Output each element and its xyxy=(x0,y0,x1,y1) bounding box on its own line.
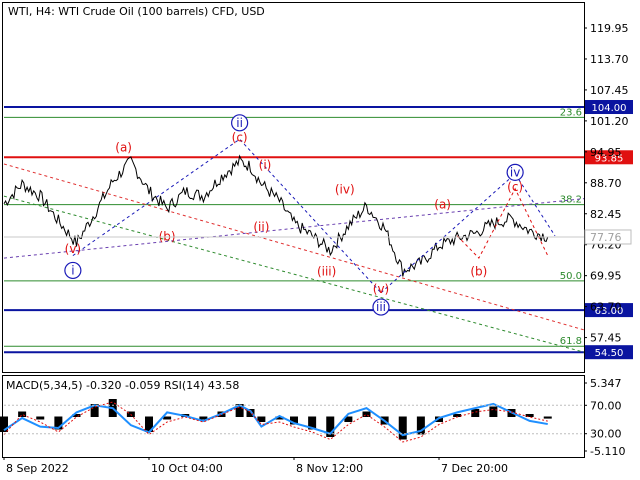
price-tick-label-4: 94.95 xyxy=(590,146,622,159)
ind-tick-label-2: 30.00 xyxy=(590,428,622,441)
macd-bar-31 xyxy=(543,416,552,419)
trading-chart: 104.0093.8563.0054.50 23.638.250.061.8 (… xyxy=(0,2,633,475)
fib-label-3: 61.8 xyxy=(560,336,582,347)
wave-label-13: (b) xyxy=(470,264,487,278)
time-tick-label-2: 8 Nov 12:00 xyxy=(296,462,363,475)
price-panel-frame xyxy=(2,2,585,373)
price-tick-label-1: 113.70 xyxy=(590,53,629,66)
macd-bar-28 xyxy=(489,406,498,417)
price-tick-label-5: 88.70 xyxy=(590,177,622,190)
wave-label-5: ii xyxy=(236,116,243,130)
wave-label-1: i xyxy=(71,263,74,277)
level-label-3: 54.50 xyxy=(595,348,624,359)
ind-tick-label-3: -5.110 xyxy=(590,445,625,458)
wave-label-11: iii xyxy=(376,300,386,314)
ind-tick-label-0: 5.347 xyxy=(590,377,622,390)
indicator-title: MACD(5,34,5) -0.320 -0.059 RSI(14) 43.58 xyxy=(6,379,239,392)
chart-title: WTI, H4: WTI Crude Oil (100 barrels) CFD… xyxy=(8,5,265,18)
price-tick-label-9: 63.70 xyxy=(590,301,622,314)
wave-label-15: iv xyxy=(510,165,520,179)
price-tick-label-2: 107.45 xyxy=(590,84,629,97)
fib-label-1: 38.2 xyxy=(560,195,582,206)
current-price-label: 77.76 xyxy=(590,231,622,244)
level-label-0: 104.00 xyxy=(592,103,627,114)
wave-label-10: (v) xyxy=(373,282,389,296)
fib-label-2: 50.0 xyxy=(560,271,582,282)
macd-bar-2 xyxy=(36,416,45,420)
price-tick-label-0: 119.95 xyxy=(590,22,629,35)
ind-tick-label-1: 70.00 xyxy=(590,399,622,412)
time-tick-label-3: 7 Dec 20:00 xyxy=(441,462,508,475)
wave-label-4: (c) xyxy=(232,131,248,145)
wave-label-9: (iv) xyxy=(335,183,355,197)
price-tick-label-8: 69.95 xyxy=(590,270,622,283)
time-tick-label-0: 8 Sep 2022 xyxy=(6,462,69,475)
time-tick-label-1: 10 Oct 04:00 xyxy=(151,462,223,475)
wave-label-14: (c) xyxy=(507,180,523,194)
wave-label-7: (ii) xyxy=(253,220,269,234)
price-tick-label-3: 101.20 xyxy=(590,115,629,128)
macd-bar-21 xyxy=(362,411,371,417)
wave-label-0: (v) xyxy=(65,242,81,256)
wave-label-8: (iii) xyxy=(317,264,336,278)
wave-label-6: (i) xyxy=(259,158,272,172)
wave-label-12: (a) xyxy=(434,198,451,212)
price-tick-label-10: 57.45 xyxy=(590,332,622,345)
fib-label-0: 23.6 xyxy=(560,107,582,118)
time-axis: 8 Sep 2022 10 Oct 04:00 8 Nov 12:00 7 Dec 2… xyxy=(3,457,508,475)
price-tick-label-6: 82.45 xyxy=(590,208,622,221)
wave-label-2: (a) xyxy=(115,141,132,155)
macd-bar-1 xyxy=(18,411,27,417)
